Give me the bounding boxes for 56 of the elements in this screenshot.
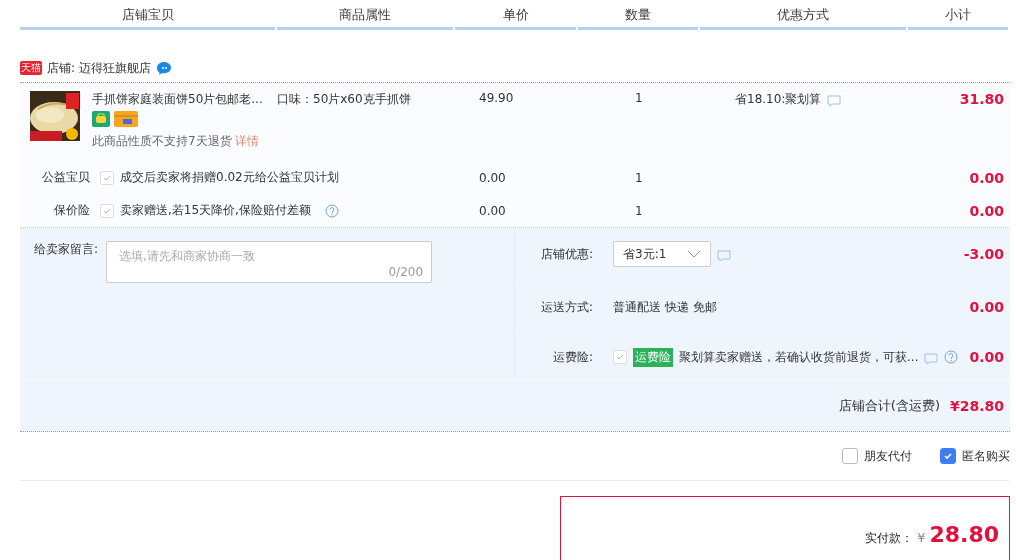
comment-icon[interactable] (924, 353, 939, 365)
shop-name: 店铺: 迈得狂旗舰店 (47, 59, 151, 77)
checkbox[interactable] (842, 448, 858, 464)
subtotal: 0.00 (969, 169, 1004, 186)
checkbox[interactable] (940, 448, 956, 464)
coupon-dropdown[interactable]: 省3元:1 (613, 241, 711, 267)
card-icon (114, 111, 138, 127)
currency-symbol: ¥ (917, 530, 926, 545)
column-header: 数量 (578, 0, 698, 30)
help-icon[interactable] (324, 203, 339, 218)
product-title[interactable]: 手抓饼家庭装面饼50片包邮老... (92, 91, 263, 108)
option-label: 店铺优惠: (539, 245, 593, 263)
option-subtotal: -3.00 (963, 246, 1005, 262)
shopping-bag-icon (92, 111, 110, 127)
column-header: 小计 (908, 0, 1008, 30)
chevron-down-icon (687, 250, 701, 258)
chat-icon[interactable] (155, 61, 172, 75)
unit-price: 0.00 (479, 170, 506, 185)
return-notice: 此商品性质不支持7天退货 (92, 134, 232, 148)
insurance-tag: 运费险 (633, 347, 673, 367)
unit-price: 49.90 (479, 91, 514, 105)
payment-amount: 28.80 (929, 522, 999, 547)
store-badge: 天猫 (20, 61, 42, 75)
quantity: 1 (635, 91, 643, 105)
checkbox-label[interactable]: 朋友代付 (864, 447, 912, 465)
option-subtotal: 0.00 (969, 299, 1005, 315)
unit-price: 0.00 (479, 203, 506, 218)
option-label: 运送方式: (539, 298, 593, 316)
column-header: 单价 (455, 0, 576, 30)
service-label: 保价险 (54, 203, 90, 217)
comment-icon[interactable] (717, 250, 731, 262)
column-header: 优惠方式 (700, 0, 906, 30)
shop-total-label: 店铺合计(含运费) (838, 397, 940, 415)
service-description: 卖家赠送,若15天降价,保险赔付差额 (120, 202, 311, 219)
service-description: 成交后卖家将捐赠0.02元给公益宝贝计划 (120, 169, 339, 186)
option-label: 运费险: (551, 348, 593, 366)
quantity: 1 (635, 170, 643, 185)
service-label: 公益宝贝 (42, 170, 90, 184)
shipping-method: 普通配送 快递 免邮 (613, 298, 717, 316)
option-subtotal: 0.00 (969, 349, 1005, 365)
shop-total: ¥28.80 (949, 398, 1004, 414)
subtotal: 31.80 (959, 91, 1004, 107)
checkbox-label[interactable]: 匿名购买 (962, 447, 1010, 465)
checkmark-icon (943, 451, 953, 461)
discount-text: 省18.10:聚划算 (735, 91, 822, 108)
column-header: 店铺宝贝 (20, 0, 275, 30)
message-label: 给卖家留言: (34, 241, 99, 258)
column-header: 商品属性 (277, 0, 453, 30)
help-icon[interactable] (944, 350, 959, 364)
insurance-description: 聚划算卖家赠送，若确认收货前退货，可获... (679, 348, 919, 366)
product-spec: 口味：50片x60克手抓饼 (277, 92, 411, 106)
payment-label: 实付款： (865, 530, 914, 547)
quantity: 1 (635, 203, 643, 218)
subtotal: 0.00 (969, 202, 1004, 219)
checkmark-icon (615, 352, 625, 362)
comment-icon[interactable] (827, 95, 842, 107)
